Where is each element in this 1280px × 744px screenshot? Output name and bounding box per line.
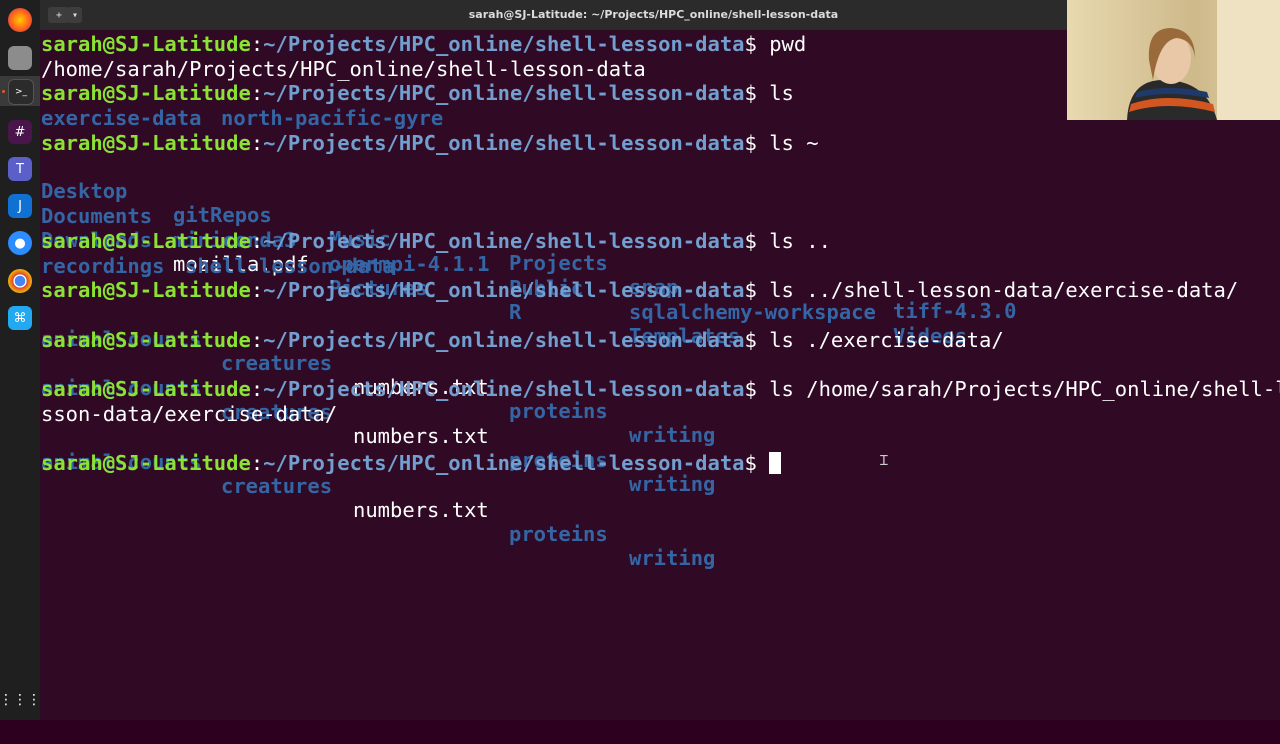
- running-indicator: [2, 90, 5, 93]
- terminal-line: recordings shell-lesson-data: [41, 254, 395, 278]
- terminal-line: animal-counts creatures numbers.txt prot…: [41, 376, 716, 496]
- terminal-line: sarah@SJ-Latitude:~/Projects/HPC_online/…: [41, 229, 831, 253]
- terminal-line: Documents miniconda3 openmpi-4.1.1 Publi…: [41, 204, 968, 348]
- terminal-line: sarah@SJ-Latitude:~/Projects/HPC_online/…: [41, 377, 1280, 401]
- vscode-icon[interactable]: ⌘: [8, 306, 32, 330]
- mouse-ibeam-icon: Ɪ: [880, 453, 888, 469]
- chrome-icon[interactable]: [8, 269, 32, 293]
- terminal-line: /home/sarah/Projects/HPC_online/shell-le…: [41, 57, 646, 81]
- terminal-line: sarah@SJ-Latitude:~/Projects/HPC_online/…: [41, 32, 807, 56]
- files-icon[interactable]: [8, 46, 32, 70]
- webcam-video: [1067, 0, 1280, 120]
- title-bar: + ▾ sarah@SJ-Latitude: ~/Projects/HPC_on…: [40, 0, 1067, 30]
- terminal-line: animal-counts creatures numbers.txt prot…: [41, 450, 716, 570]
- app-grid-icon[interactable]: ⋮⋮⋮: [0, 688, 41, 712]
- terminal-line: sarah@SJ-Latitude:~/Projects/HPC_online/…: [41, 278, 1239, 302]
- terminal-line: animal-counts creatures numbers.txt prot…: [41, 327, 716, 447]
- person-image: [1127, 0, 1280, 120]
- terminal-line: Downloads mozilla.pdf Pictures R Templat…: [41, 228, 741, 348]
- terminal-line: sarah@SJ-Latitude:~/Projects/HPC_online/…: [41, 131, 819, 155]
- joplin-icon[interactable]: J: [8, 194, 32, 218]
- zoom-icon[interactable]: ●: [8, 231, 32, 255]
- firefox-icon[interactable]: [8, 8, 32, 32]
- terminal-prompt-line[interactable]: sarah@SJ-Latitude:~/Projects/HPC_online/…: [41, 451, 782, 475]
- terminal-area[interactable]: sarah@SJ-Latitude:~/Projects/HPC_online/…: [40, 30, 1280, 720]
- terminal-line: sson-data/exercise-data/: [41, 402, 338, 426]
- text-cursor: [769, 452, 782, 474]
- slack-icon[interactable]: #: [8, 120, 32, 144]
- terminal-line: sarah@SJ-Latitude:~/Projects/HPC_online/…: [41, 328, 1004, 352]
- terminal-line: sarah@SJ-Latitude:~/Projects/HPC_online/…: [41, 81, 794, 105]
- terminal-icon[interactable]: >_: [8, 79, 34, 105]
- teams-icon[interactable]: T: [8, 157, 32, 181]
- terminal-line: Desktop gitRepos Music Projects snap tif…: [41, 179, 1017, 323]
- terminal-line: exercise-data north-pacific-gyre: [41, 106, 444, 130]
- dock: >_ # T J ● ⌘ ⋮⋮⋮: [0, 0, 41, 720]
